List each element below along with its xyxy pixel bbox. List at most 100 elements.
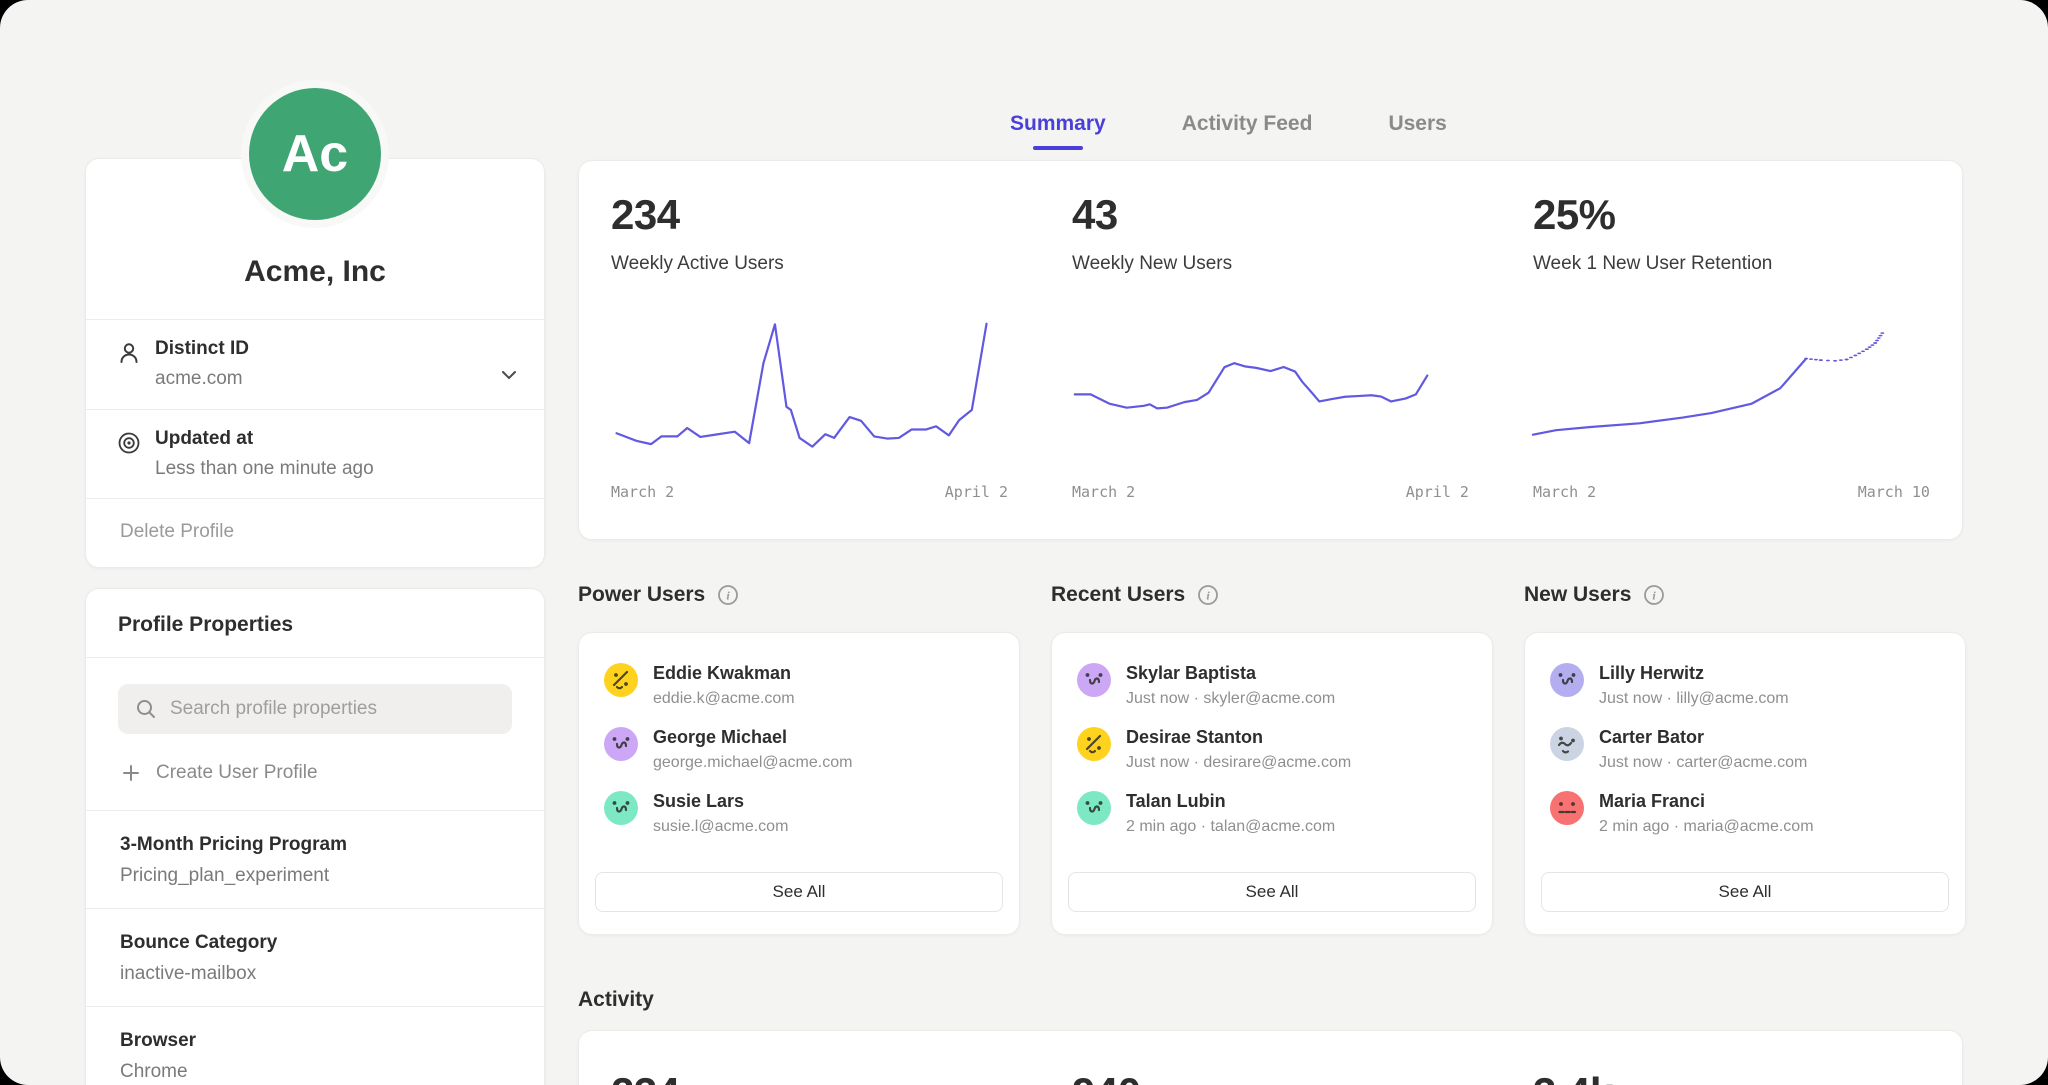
stat-label: Week 1 New User Retention <box>1533 253 1930 275</box>
user-row[interactable]: Maria Franci2 min ago · maria@acme.com <box>1550 791 1949 836</box>
user-detail: george.michael@acme.com <box>653 754 852 772</box>
stat-value: 43 <box>1072 191 1469 239</box>
property-item[interactable]: Browser Chrome <box>86 1006 544 1085</box>
recent-users-heading: Recent Users i <box>1051 583 1219 607</box>
user-detail: 2 min ago · maria@acme.com <box>1599 818 1814 836</box>
user-row[interactable]: Desirae Stanton Just now · desirare@acme.… <box>1077 727 1476 772</box>
user-row[interactable]: Eddie Kwakman eddie.k@acme.com <box>604 663 1003 708</box>
activity-stat: 234 <box>611 1069 1008 1085</box>
recent-users-card: Skylar Baptista Just now · skyler@acme.co… <box>1051 632 1493 935</box>
stat-weekly-new-users: 43 Weekly New Users March 2 April 2 <box>1040 161 1501 539</box>
tab-users[interactable]: Users <box>1388 112 1446 150</box>
user-detail: Just now · desirare@acme.com <box>1126 754 1351 772</box>
user-name: Talan Lubin <box>1126 791 1335 812</box>
property-value: inactive-mailbox <box>120 963 510 985</box>
profile-properties-search[interactable] <box>118 684 512 734</box>
user-name: Lilly Herwitz <box>1599 663 1789 684</box>
activity-card: 234 940 3.4k <box>578 1030 1963 1085</box>
profile-properties-title: Profile Properties <box>86 589 544 658</box>
person-icon <box>116 340 142 371</box>
user-name: Skylar Baptista <box>1126 663 1335 684</box>
face-icon <box>1550 663 1584 697</box>
property-item[interactable]: Bounce Category inactive-mailbox <box>86 908 544 1006</box>
property-name: Bounce Category <box>120 932 510 954</box>
user-name: Carter Bator <box>1599 727 1807 748</box>
search-icon <box>134 697 158 721</box>
updated-at-value: Less than one minute ago <box>155 458 520 480</box>
stat-week1-retention: 25% Week 1 New User Retention March 2 Ma… <box>1501 161 1962 539</box>
create-user-profile-button[interactable]: Create User Profile <box>120 762 510 784</box>
activity-heading: Activity <box>578 988 654 1012</box>
face-icon <box>1077 791 1111 825</box>
user-row[interactable]: Talan Lubin 2 min ago · talan@acme.com <box>1077 791 1476 836</box>
app-frame: Ac Acme, Inc Distinct ID acme.com <box>0 0 2048 1085</box>
user-name: Desirae Stanton <box>1126 727 1351 748</box>
user-avatar <box>1550 663 1584 697</box>
profile-properties-card: Profile Properties Create User Profile 3… <box>85 588 545 1085</box>
user-row[interactable]: Lilly HerwitzJust now · lilly@acme.com <box>1550 663 1949 708</box>
updated-at-row: Updated at Less than one minute ago <box>86 409 544 498</box>
search-input[interactable] <box>170 698 496 720</box>
face-icon <box>604 663 638 697</box>
user-row[interactable]: Carter Bator Just now · carter@acme.com <box>1550 727 1949 772</box>
activity-stat: 940 <box>1072 1069 1469 1085</box>
week1-retention-chart <box>1533 301 1930 469</box>
user-avatar <box>1077 727 1111 761</box>
updated-at-label: Updated at <box>155 428 520 450</box>
info-icon[interactable]: i <box>1197 584 1219 606</box>
property-value: Pricing_plan_experiment <box>120 865 510 887</box>
face-icon <box>1550 791 1584 825</box>
tab-summary[interactable]: Summary <box>1010 112 1106 150</box>
user-detail: eddie.k@acme.com <box>653 690 795 708</box>
user-avatar <box>1077 663 1111 697</box>
section-title: Recent Users <box>1051 583 1185 607</box>
power-users-card: Eddie Kwakman eddie.k@acme.com George Mic… <box>578 632 1020 935</box>
weekly-active-users-chart <box>611 301 1008 469</box>
chevron-down-icon[interactable] <box>498 364 520 391</box>
face-icon <box>1077 663 1111 697</box>
user-row[interactable]: George Michael george.michael@acme.com <box>604 727 1003 772</box>
distinct-id-row[interactable]: Distinct ID acme.com <box>86 319 544 409</box>
axis-tick-start: March 2 <box>1072 483 1135 501</box>
summary-stats-card: 234 Weekly Active Users March 2 April 2 … <box>578 160 1963 540</box>
distinct-id-label: Distinct ID <box>155 338 498 360</box>
face-icon <box>1077 727 1111 761</box>
new-users-heading: New Users i <box>1524 583 1665 607</box>
plus-icon <box>120 762 142 784</box>
stat-label: Weekly New Users <box>1072 253 1469 275</box>
power-users-heading: Power Users i <box>578 583 739 607</box>
property-value: Chrome <box>120 1061 510 1083</box>
info-icon[interactable]: i <box>717 584 739 606</box>
distinct-id-value: acme.com <box>155 368 498 390</box>
user-detail: 2 min ago · talan@acme.com <box>1126 818 1335 836</box>
tab-activity-feed[interactable]: Activity Feed <box>1182 112 1313 150</box>
user-detail: Just now · carter@acme.com <box>1599 754 1807 772</box>
see-all-button[interactable]: See All <box>595 872 1003 912</box>
user-avatar <box>604 727 638 761</box>
see-all-button[interactable]: See All <box>1068 872 1476 912</box>
user-row[interactable]: Susie Larssusie.l@acme.com <box>604 791 1003 836</box>
section-title: New Users <box>1524 583 1631 607</box>
see-all-button[interactable]: See All <box>1541 872 1949 912</box>
user-name: Eddie Kwakman <box>653 663 795 684</box>
face-icon <box>1550 727 1584 761</box>
info-icon[interactable]: i <box>1643 584 1665 606</box>
user-detail: Just now · skyler@acme.com <box>1126 690 1335 708</box>
stat-weekly-active-users: 234 Weekly Active Users March 2 April 2 <box>579 161 1040 539</box>
create-user-profile-label: Create User Profile <box>156 762 318 784</box>
axis-tick-end: April 2 <box>945 483 1008 501</box>
user-avatar <box>604 791 638 825</box>
property-item[interactable]: 3-Month Pricing Program Pricing_plan_exp… <box>86 810 544 908</box>
new-users-card: Lilly HerwitzJust now · lilly@acme.com C… <box>1524 632 1966 935</box>
eye-icon <box>116 430 142 461</box>
user-avatar <box>1550 791 1584 825</box>
axis-tick-end: March 10 <box>1858 483 1930 501</box>
avatar: Ac <box>249 88 381 220</box>
user-name: Susie Lars <box>653 791 788 812</box>
user-avatar <box>1077 791 1111 825</box>
user-row[interactable]: Skylar Baptista Just now · skyler@acme.co… <box>1077 663 1476 708</box>
delete-profile-button[interactable]: Delete Profile <box>86 498 544 567</box>
property-name: Browser <box>120 1030 510 1052</box>
user-name: George Michael <box>653 727 852 748</box>
activity-stat: 3.4k <box>1533 1069 1930 1085</box>
